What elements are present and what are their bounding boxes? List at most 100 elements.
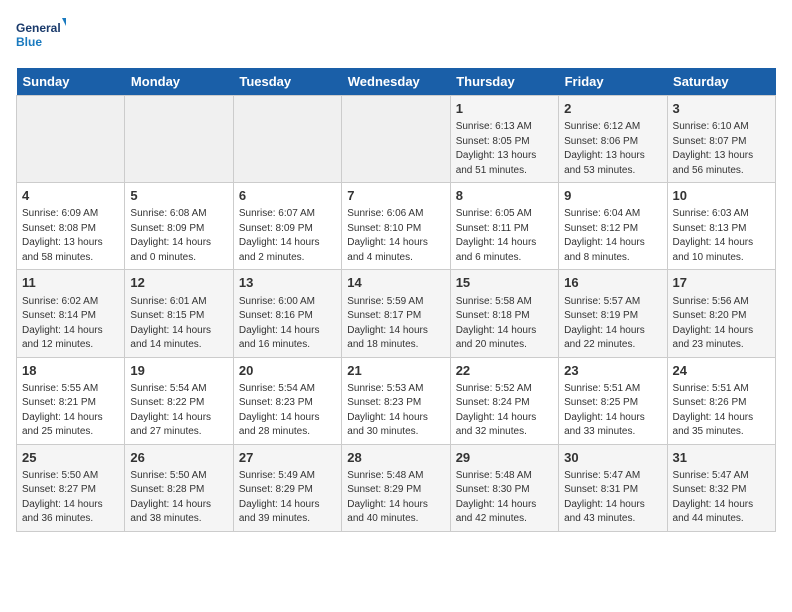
day-number: 1: [456, 100, 553, 118]
calendar-cell: 14Sunrise: 5:59 AM Sunset: 8:17 PM Dayli…: [342, 270, 450, 357]
calendar-cell: 19 Sunrise: 5:54 AM Sunset: 8:22 PM Dayli…: [125, 357, 233, 444]
calendar-cell: 25Sunrise: 5:50 AM Sunset: 8:27 PM Dayli…: [17, 444, 125, 531]
calendar-cell: 29 Sunrise: 5:48 AM Sunset: 8:30 PM Dayli…: [450, 444, 558, 531]
day-info: Sunrise: 5:50 AM Sunset: 8:28 PM Dayligh…: [130, 469, 227, 527]
calendar-table: SundayMondayTuesdayWednesdayThursdayFrid…: [16, 68, 776, 532]
calendar-cell: 17Sunrise: 5:56 AM Sunset: 8:20 PM Dayli…: [667, 270, 775, 357]
day-info: Sunrise: 5:49 AM Sunset: 8:29 PM Dayligh…: [239, 469, 336, 527]
calendar-cell: 1 Sunrise: 6:13 AM Sunset: 8:05 PM Daylig…: [450, 96, 558, 183]
day-info: Sunrise: 5:57 AM Sunset: 8:19 PM Dayligh…: [564, 295, 661, 353]
day-number: 3: [673, 100, 770, 118]
weekday-header-row: SundayMondayTuesdayWednesdayThursdayFrid…: [17, 68, 776, 96]
day-number: 24: [673, 362, 770, 380]
calendar-cell: 21 Sunrise: 5:53 AM Sunset: 8:23 PM Dayli…: [342, 357, 450, 444]
day-info: Sunrise: 6:13 AM Sunset: 8:05 PM Dayligh…: [456, 120, 553, 178]
day-info: Sunrise: 6:02 AM Sunset: 8:14 PM Dayligh…: [22, 295, 119, 353]
calendar-cell: 10 Sunrise: 6:03 AM Sunset: 8:13 PM Dayli…: [667, 183, 775, 270]
day-number: 27: [239, 449, 336, 467]
day-number: 19: [130, 362, 227, 380]
day-info: Sunrise: 5:54 AM Sunset: 8:22 PM Dayligh…: [130, 382, 227, 440]
day-number: 28: [347, 449, 444, 467]
weekday-header-monday: Monday: [125, 68, 233, 96]
day-number: 17: [673, 274, 770, 292]
day-info: Sunrise: 5:58 AM Sunset: 8:18 PM Dayligh…: [456, 295, 553, 353]
week-row-2: 11 Sunrise: 6:02 AM Sunset: 8:14 PM Dayli…: [17, 270, 776, 357]
day-number: 25: [22, 449, 119, 467]
calendar-cell: 28 Sunrise: 5:48 AM Sunset: 8:29 PM Dayli…: [342, 444, 450, 531]
weekday-header-wednesday: Wednesday: [342, 68, 450, 96]
calendar-cell: [233, 96, 341, 183]
calendar-cell: 4Sunrise: 6:09 AM Sunset: 8:08 PM Daylig…: [17, 183, 125, 270]
day-info: Sunrise: 6:12 AM Sunset: 8:06 PM Dayligh…: [564, 120, 661, 178]
calendar-cell: 15 Sunrise: 5:58 AM Sunset: 8:18 PM Dayli…: [450, 270, 558, 357]
header: General Blue: [16, 16, 776, 56]
day-number: 9: [564, 187, 661, 205]
day-number: 21: [347, 362, 444, 380]
day-info: Sunrise: 5:48 AM Sunset: 8:29 PM Dayligh…: [347, 469, 444, 527]
calendar-cell: 20 Sunrise: 5:54 AM Sunset: 8:23 PM Dayli…: [233, 357, 341, 444]
calendar-cell: 26 Sunrise: 5:50 AM Sunset: 8:28 PM Dayli…: [125, 444, 233, 531]
day-number: 4: [22, 187, 119, 205]
calendar-cell: 8 Sunrise: 6:05 AM Sunset: 8:11 PM Daylig…: [450, 183, 558, 270]
day-number: 10: [673, 187, 770, 205]
day-info: Sunrise: 6:05 AM Sunset: 8:11 PM Dayligh…: [456, 207, 553, 265]
calendar-cell: 6 Sunrise: 6:07 AM Sunset: 8:09 PM Daylig…: [233, 183, 341, 270]
calendar-cell: 27 Sunrise: 5:49 AM Sunset: 8:29 PM Dayli…: [233, 444, 341, 531]
calendar-cell: [125, 96, 233, 183]
calendar-cell: 13Sunrise: 6:00 AM Sunset: 8:16 PM Dayli…: [233, 270, 341, 357]
week-row-1: 4Sunrise: 6:09 AM Sunset: 8:08 PM Daylig…: [17, 183, 776, 270]
calendar-cell: 18Sunrise: 5:55 AM Sunset: 8:21 PM Dayli…: [17, 357, 125, 444]
calendar-cell: 22 Sunrise: 5:52 AM Sunset: 8:24 PM Dayli…: [450, 357, 558, 444]
weekday-header-tuesday: Tuesday: [233, 68, 341, 96]
day-number: 23: [564, 362, 661, 380]
day-info: Sunrise: 5:48 AM Sunset: 8:30 PM Dayligh…: [456, 469, 553, 527]
day-number: 29: [456, 449, 553, 467]
day-number: 18: [22, 362, 119, 380]
calendar-cell: 12Sunrise: 6:01 AM Sunset: 8:15 PM Dayli…: [125, 270, 233, 357]
day-info: Sunrise: 5:51 AM Sunset: 8:26 PM Dayligh…: [673, 382, 770, 440]
day-info: Sunrise: 5:51 AM Sunset: 8:25 PM Dayligh…: [564, 382, 661, 440]
weekday-header-saturday: Saturday: [667, 68, 775, 96]
calendar-cell: 5Sunrise: 6:08 AM Sunset: 8:09 PM Daylig…: [125, 183, 233, 270]
day-info: Sunrise: 6:03 AM Sunset: 8:13 PM Dayligh…: [673, 207, 770, 265]
logo: General Blue: [16, 16, 66, 56]
day-number: 30: [564, 449, 661, 467]
day-number: 2: [564, 100, 661, 118]
svg-text:General: General: [16, 21, 61, 35]
day-info: Sunrise: 6:04 AM Sunset: 8:12 PM Dayligh…: [564, 207, 661, 265]
day-number: 26: [130, 449, 227, 467]
day-info: Sunrise: 6:08 AM Sunset: 8:09 PM Dayligh…: [130, 207, 227, 265]
day-info: Sunrise: 5:47 AM Sunset: 8:31 PM Dayligh…: [564, 469, 661, 527]
day-number: 16: [564, 274, 661, 292]
day-number: 20: [239, 362, 336, 380]
day-info: Sunrise: 6:10 AM Sunset: 8:07 PM Dayligh…: [673, 120, 770, 178]
calendar-cell: 11 Sunrise: 6:02 AM Sunset: 8:14 PM Dayli…: [17, 270, 125, 357]
day-number: 6: [239, 187, 336, 205]
calendar-cell: 7 Sunrise: 6:06 AM Sunset: 8:10 PM Daylig…: [342, 183, 450, 270]
day-info: Sunrise: 5:54 AM Sunset: 8:23 PM Dayligh…: [239, 382, 336, 440]
logo-svg: General Blue: [16, 16, 66, 56]
week-row-3: 18Sunrise: 5:55 AM Sunset: 8:21 PM Dayli…: [17, 357, 776, 444]
week-row-0: 1 Sunrise: 6:13 AM Sunset: 8:05 PM Daylig…: [17, 96, 776, 183]
day-number: 22: [456, 362, 553, 380]
day-info: Sunrise: 5:53 AM Sunset: 8:23 PM Dayligh…: [347, 382, 444, 440]
day-number: 7: [347, 187, 444, 205]
weekday-header-friday: Friday: [559, 68, 667, 96]
calendar-cell: 23 Sunrise: 5:51 AM Sunset: 8:25 PM Dayli…: [559, 357, 667, 444]
day-number: 8: [456, 187, 553, 205]
day-info: Sunrise: 5:52 AM Sunset: 8:24 PM Dayligh…: [456, 382, 553, 440]
calendar-cell: 9 Sunrise: 6:04 AM Sunset: 8:12 PM Daylig…: [559, 183, 667, 270]
weekday-header-sunday: Sunday: [17, 68, 125, 96]
day-info: Sunrise: 5:59 AM Sunset: 8:17 PM Dayligh…: [347, 295, 444, 353]
calendar-cell: 24 Sunrise: 5:51 AM Sunset: 8:26 PM Dayli…: [667, 357, 775, 444]
calendar-cell: 31Sunrise: 5:47 AM Sunset: 8:32 PM Dayli…: [667, 444, 775, 531]
day-info: Sunrise: 6:07 AM Sunset: 8:09 PM Dayligh…: [239, 207, 336, 265]
day-info: Sunrise: 6:00 AM Sunset: 8:16 PM Dayligh…: [239, 295, 336, 353]
day-info: Sunrise: 6:06 AM Sunset: 8:10 PM Dayligh…: [347, 207, 444, 265]
day-number: 31: [673, 449, 770, 467]
day-info: Sunrise: 6:01 AM Sunset: 8:15 PM Dayligh…: [130, 295, 227, 353]
svg-text:Blue: Blue: [16, 35, 42, 49]
day-number: 15: [456, 274, 553, 292]
day-number: 11: [22, 274, 119, 292]
calendar-cell: 30 Sunrise: 5:47 AM Sunset: 8:31 PM Dayli…: [559, 444, 667, 531]
